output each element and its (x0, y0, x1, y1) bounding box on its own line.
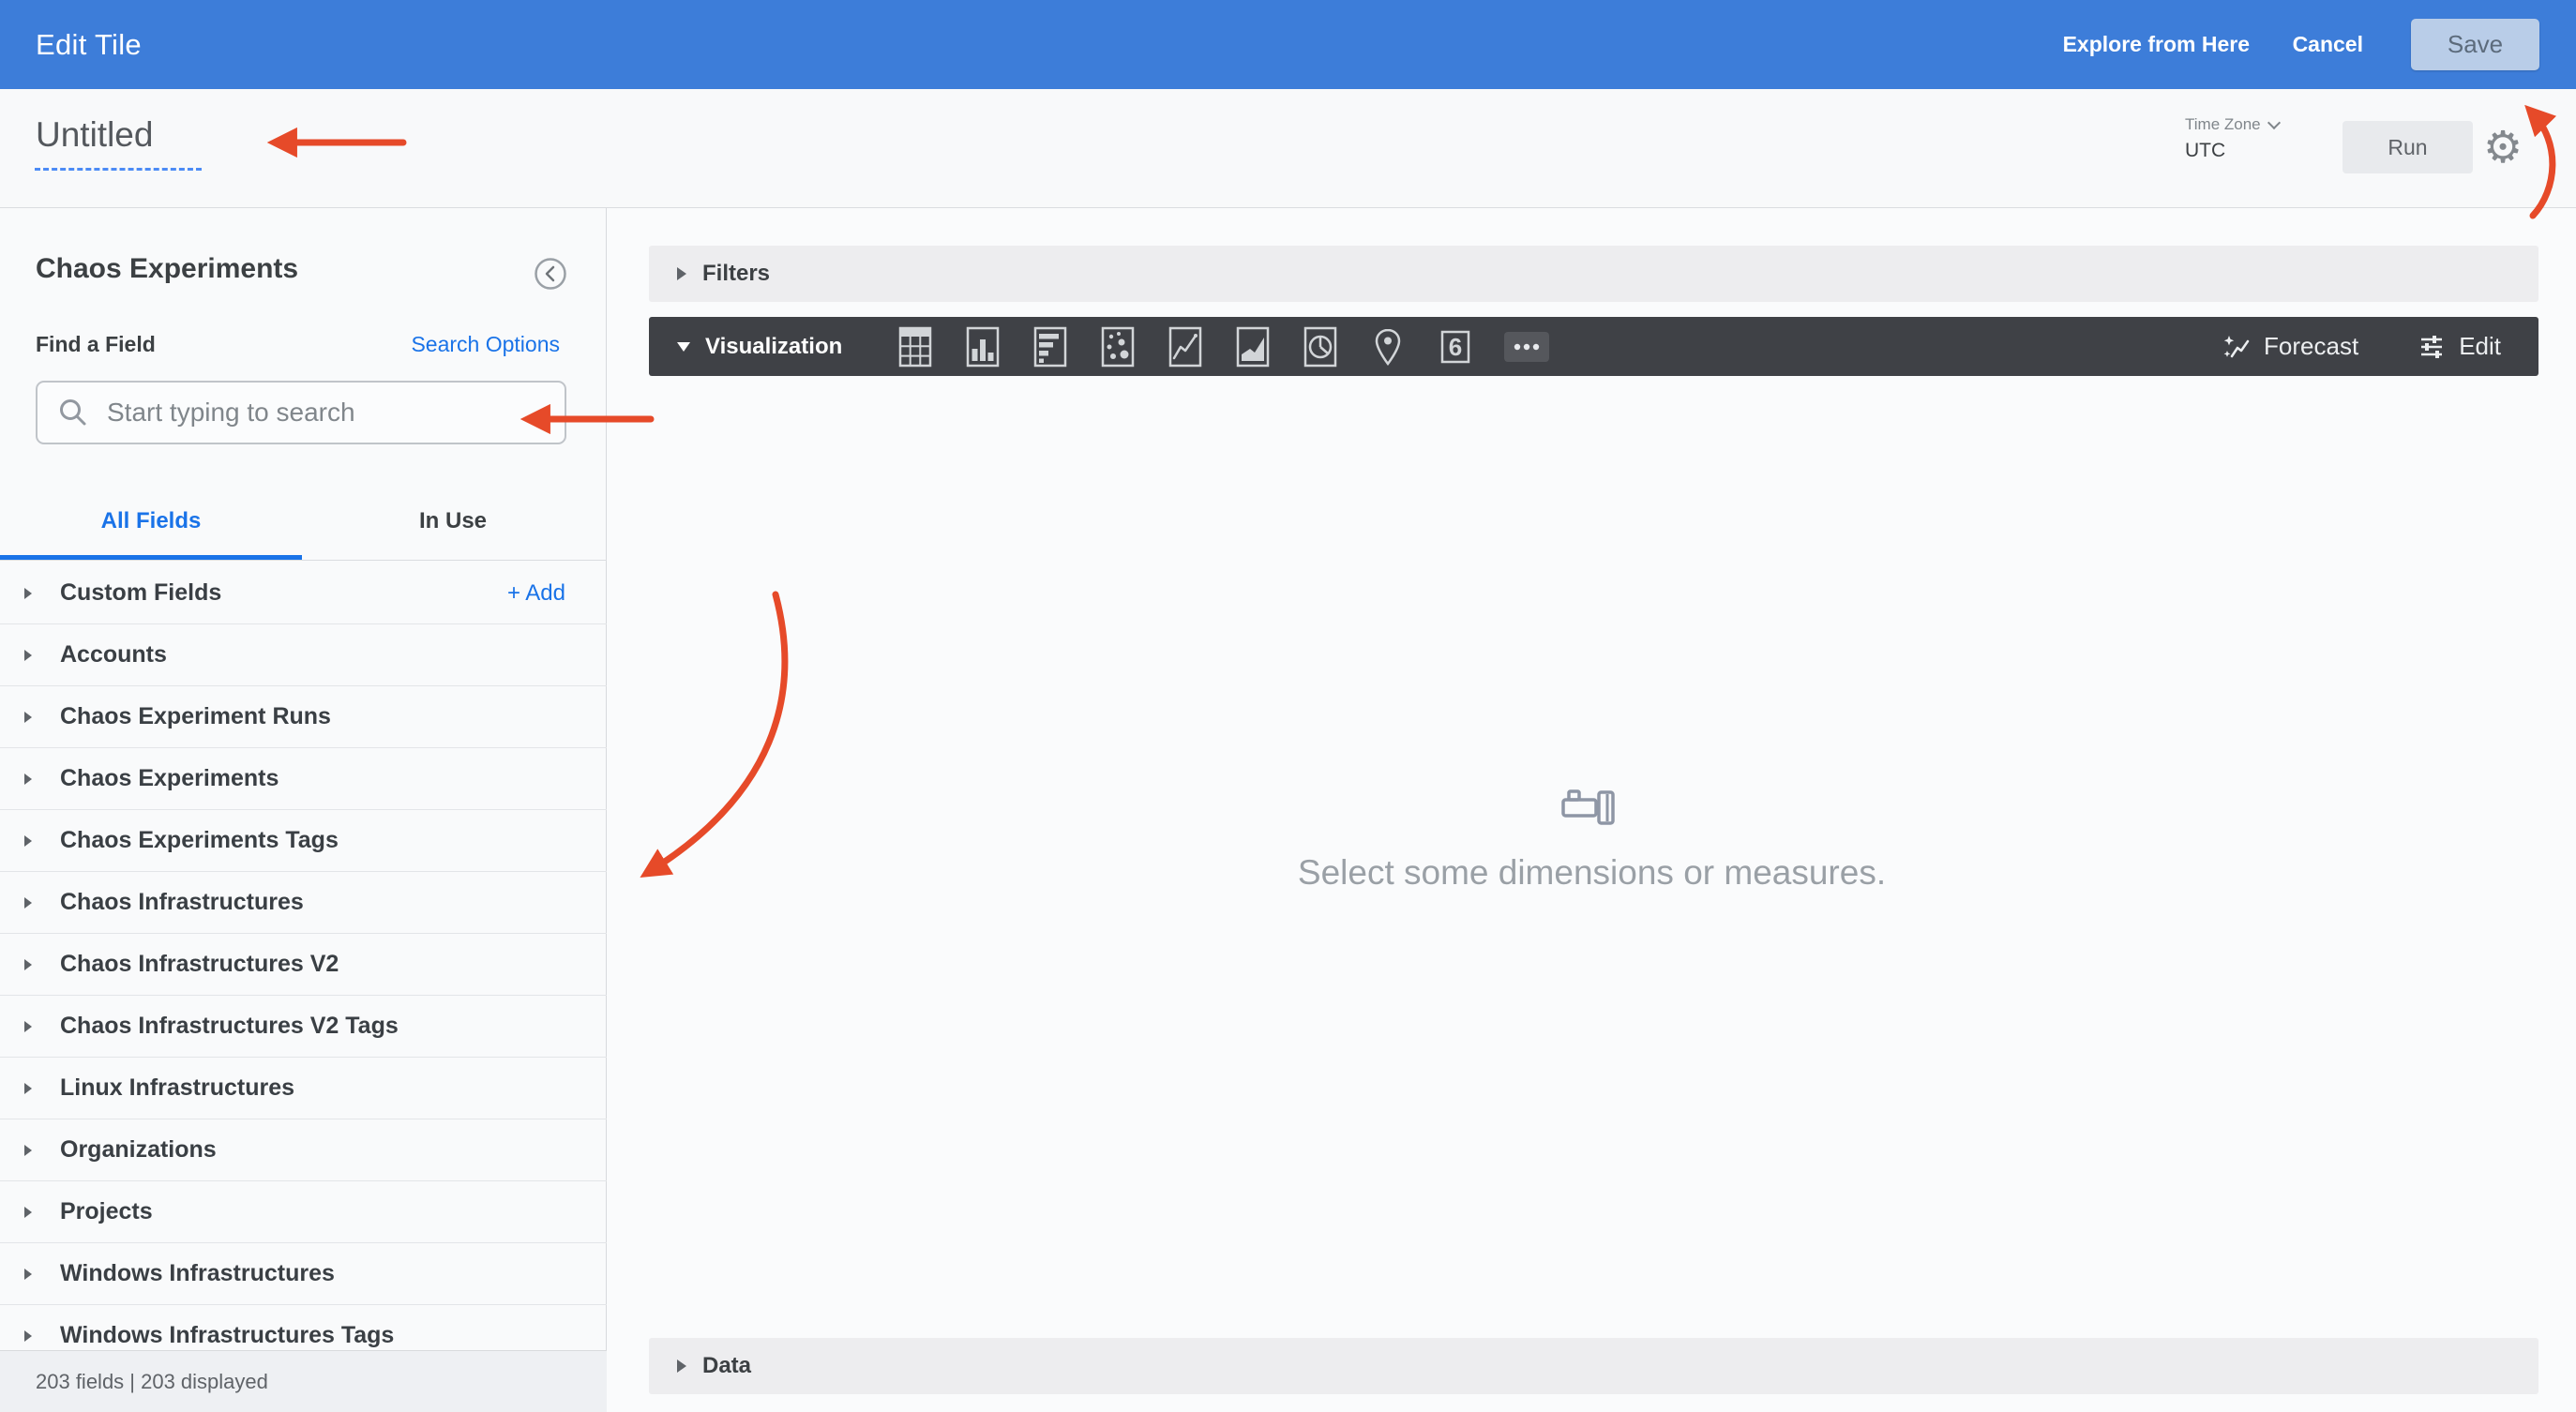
chevron-down-icon (2267, 115, 2281, 129)
forecast-sparkle-icon (2223, 335, 2250, 357)
search-options-link[interactable]: Search Options (411, 332, 560, 357)
cancel-button[interactable]: Cancel (2293, 0, 2363, 89)
bar-chart-icon[interactable] (1030, 323, 1071, 371)
chevron-left-circle-icon (535, 258, 566, 290)
field-picker-sidebar: Chaos Experiments Find a Field Search Op… (0, 208, 607, 1412)
chevron-right-icon (24, 1082, 32, 1094)
field-search-box[interactable] (36, 381, 566, 444)
single-value-icon[interactable]: 6 (1435, 323, 1476, 371)
field-group-row[interactable]: Chaos Infrastructures (0, 872, 607, 934)
chevron-right-icon (677, 267, 686, 280)
more-viz-icon[interactable] (1502, 323, 1551, 371)
tile-title-underline (35, 168, 202, 171)
viz-toolbar-right: Forecast Edit (2222, 317, 2501, 376)
field-group-list: Custom Fields + Add Accounts Chaos Exper… (0, 563, 607, 1350)
dialog-title: Edit Tile (36, 27, 142, 61)
time-zone-label: Time Zone (2185, 115, 2281, 134)
field-group-row[interactable]: Chaos Experiment Runs (0, 686, 607, 748)
field-group-row[interactable]: Windows Infrastructures Tags (0, 1305, 607, 1350)
chevron-right-icon (24, 1144, 32, 1156)
field-group-row[interactable]: Organizations (0, 1119, 607, 1181)
find-a-field-label: Find a Field (36, 332, 156, 356)
chevron-right-icon (677, 1359, 686, 1373)
table-icon[interactable] (895, 323, 936, 371)
chevron-right-icon (24, 834, 32, 847)
filters-section-header[interactable]: Filters (649, 246, 2538, 302)
chevron-down-icon[interactable] (677, 341, 690, 352)
data-section-header[interactable]: Data (649, 1338, 2538, 1394)
field-count-text: 203 fields | 203 displayed (36, 1369, 268, 1393)
top-bar: Edit Tile Explore from Here Cancel Save (0, 0, 2576, 89)
search-icon (60, 399, 86, 426)
chevron-right-icon (24, 1268, 32, 1280)
chevron-right-icon (24, 958, 32, 970)
edit-viz-button[interactable]: Edit (2418, 332, 2501, 361)
time-zone-control[interactable]: Time Zone UTC (2185, 115, 2281, 162)
scatter-chart-icon[interactable] (1097, 323, 1138, 371)
visualization-section-header: Visualization 6 Forecast Edit (649, 317, 2538, 376)
chevron-right-icon (24, 896, 32, 909)
pie-chart-icon[interactable] (1300, 323, 1341, 371)
field-search-input[interactable] (107, 398, 520, 428)
field-group-row[interactable]: Chaos Infrastructures V2 (0, 934, 607, 996)
chevron-right-icon (24, 587, 32, 599)
map-chart-icon[interactable] (1367, 323, 1409, 371)
field-group-row[interactable]: Projects (0, 1181, 607, 1243)
explore-from-here-button[interactable]: Explore from Here (2063, 0, 2250, 89)
tile-title-input[interactable]: Untitled (36, 115, 153, 155)
viz-type-picker: 6 (895, 317, 1551, 376)
add-custom-field-button[interactable]: + Add (507, 580, 565, 607)
field-group-row[interactable]: Chaos Experiments (0, 748, 607, 810)
chevron-right-icon (24, 1329, 32, 1342)
tab-all-fields[interactable]: All Fields (0, 495, 302, 548)
chevron-right-icon (24, 1206, 32, 1218)
field-count-status-bar: 203 fields | 203 displayed (0, 1350, 607, 1412)
svg-text:6: 6 (1449, 333, 1462, 361)
gear-icon[interactable]: ⚙ (2483, 116, 2523, 178)
field-group-row[interactable]: Chaos Experiments Tags (0, 810, 607, 872)
tab-divider (0, 560, 607, 561)
explore-title: Chaos Experiments (36, 253, 299, 284)
chevron-right-icon (24, 711, 32, 723)
field-tabs: All Fields In Use (0, 495, 607, 548)
time-zone-value: UTC (2185, 140, 2226, 161)
save-button[interactable]: Save (2411, 19, 2539, 70)
run-button[interactable]: Run (2343, 121, 2473, 173)
chevron-right-icon (24, 1020, 32, 1032)
tune-sliders-icon (2421, 335, 2443, 358)
chevron-right-icon (24, 649, 32, 661)
field-group-row[interactable]: Linux Infrastructures (0, 1058, 607, 1119)
empty-state-message: Select some dimensions or measures. (1297, 853, 1887, 892)
column-chart-icon[interactable] (962, 323, 1003, 371)
tab-in-use[interactable]: In Use (302, 495, 604, 548)
chevron-right-icon (24, 773, 32, 785)
field-group-row[interactable]: Chaos Infrastructures V2 Tags (0, 996, 607, 1058)
forecast-button[interactable]: Forecast (2222, 332, 2358, 361)
line-chart-icon[interactable] (1165, 323, 1206, 371)
collapse-sidebar-button[interactable] (533, 256, 568, 292)
field-group-row[interactable]: Accounts (0, 624, 607, 686)
header-bar: Untitled Time Zone UTC Run ⚙ (0, 89, 2576, 208)
flashlight-icon (1559, 786, 1630, 834)
main-area: Filters Visualization 6 Forecast Edit Se… (608, 208, 2576, 1412)
area-chart-icon[interactable] (1232, 323, 1273, 371)
field-group-custom-fields[interactable]: Custom Fields + Add (0, 563, 607, 624)
field-group-row[interactable]: Windows Infrastructures (0, 1243, 607, 1305)
